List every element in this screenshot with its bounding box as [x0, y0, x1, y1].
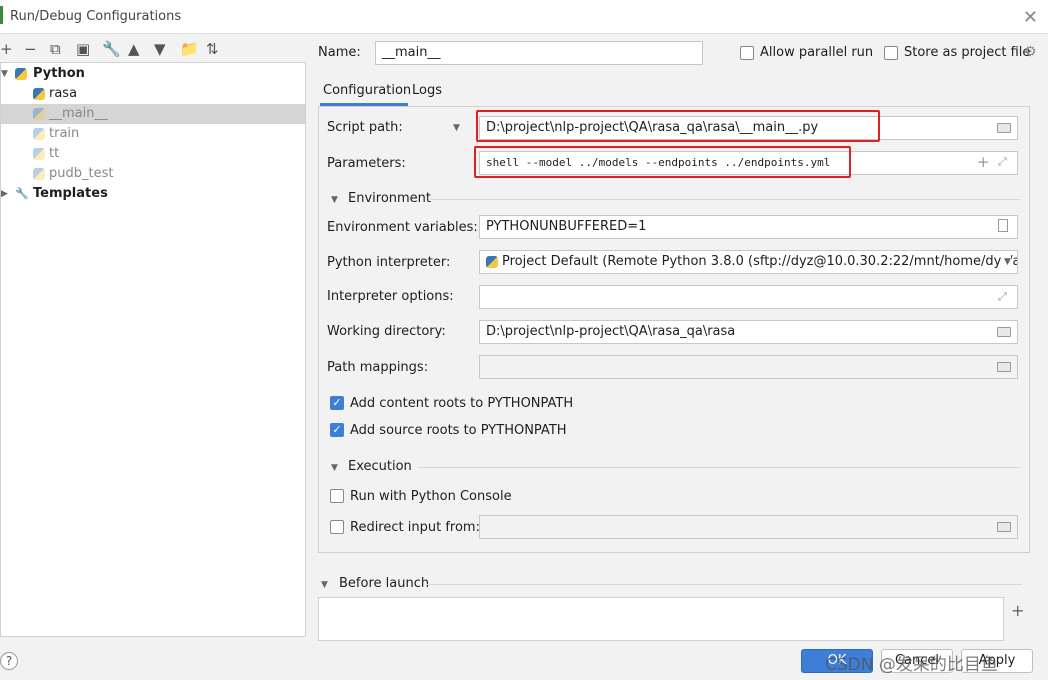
path-mappings-label: Path mappings:	[327, 360, 429, 375]
interp-options-label: Interpreter options:	[327, 289, 454, 304]
python-icon	[33, 148, 45, 160]
config-tree: ▼ Python rasa __main__train tt pudb_test ▶ 🔧 Tem…	[0, 62, 306, 637]
script-path-label: Script path:	[327, 120, 403, 135]
tree-item-label: Templates	[33, 186, 108, 201]
redirect-input-field[interactable]	[479, 515, 1018, 539]
python-console-label: Run with Python Console	[350, 489, 512, 504]
tree-item[interactable]: rasa	[1, 84, 305, 104]
new-folder-button[interactable]: 📁	[180, 40, 199, 58]
move-down-button[interactable]: ▼	[154, 40, 166, 58]
divider	[425, 584, 1022, 585]
python-icon	[15, 68, 27, 80]
tree-item-label: train	[49, 126, 80, 141]
folder-icon[interactable]	[997, 123, 1011, 133]
python-icon	[33, 128, 45, 140]
document-icon[interactable]	[998, 219, 1008, 232]
execution-section-title: Execution	[348, 459, 412, 474]
name-label: Name:	[318, 45, 361, 60]
python-icon	[486, 256, 498, 268]
before-launch-title: Before launch	[339, 576, 430, 591]
redirect-input-checkbox[interactable]	[330, 520, 344, 534]
title-bar: Run/Debug Configurations ✕	[0, 0, 1048, 34]
interpreter-label: Python interpreter:	[327, 255, 451, 270]
python-console-checkbox[interactable]	[330, 489, 344, 503]
chevron-down-icon[interactable]: ▼	[1001, 257, 1011, 267]
content-roots-checkbox[interactable]: ✓	[330, 396, 344, 410]
edit-templates-button[interactable]: 🔧	[102, 40, 121, 58]
interpreter-select[interactable]: Project Default (Remote Python 3.8.0 (sf…	[479, 250, 1018, 274]
source-roots-checkbox[interactable]: ✓	[330, 423, 344, 437]
allow-parallel-checkbox[interactable]	[740, 46, 754, 60]
env-vars-label: Environment variables:	[327, 220, 478, 235]
expand-icon[interactable]: ⤢	[998, 155, 1007, 169]
path-mappings-input[interactable]	[479, 355, 1018, 379]
add-icon[interactable]: +	[977, 153, 990, 171]
tab-logs[interactable]: Logs	[412, 83, 442, 98]
divider	[430, 199, 1020, 200]
parameters-label: Parameters:	[327, 156, 406, 171]
script-type-dropdown-icon[interactable]: ▼	[453, 123, 460, 133]
window-title: Run/Debug Configurations	[10, 9, 182, 24]
tree-group[interactable]: ▼ Python	[1, 64, 305, 84]
source-roots-label: Add source roots to PYTHONPATH	[350, 423, 567, 438]
allow-parallel-label: Allow parallel run	[760, 45, 874, 60]
tree-item-label: pudb_test	[49, 166, 114, 181]
python-icon	[33, 108, 45, 120]
python-icon	[33, 88, 45, 100]
copy-config-button[interactable]: ⧉	[50, 40, 61, 58]
expand-toggle-icon[interactable]: ▶	[1, 184, 8, 204]
folder-icon[interactable]	[997, 522, 1011, 532]
collapse-icon[interactable]: ▼	[331, 195, 338, 205]
add-config-button[interactable]: +	[0, 40, 13, 58]
tree-item[interactable]: train	[1, 124, 305, 144]
environment-section-title: Environment	[348, 191, 432, 206]
expand-toggle-icon[interactable]: ▼	[1, 64, 8, 84]
add-icon[interactable]: +	[1011, 601, 1024, 620]
help-icon[interactable]: ?	[0, 652, 18, 670]
sort-button[interactable]: ⇅	[206, 40, 219, 58]
wrench-icon: 🔧	[15, 187, 29, 200]
before-launch-list[interactable]	[318, 597, 1004, 641]
highlight-box	[474, 146, 851, 178]
close-icon[interactable]: ✕	[1023, 7, 1038, 28]
expand-icon[interactable]: ⤢	[998, 290, 1007, 304]
tree-item[interactable]: pudb_test	[1, 164, 305, 184]
highlight-box	[476, 110, 880, 142]
save-config-button[interactable]: ▣	[76, 40, 90, 58]
tree-item-label: rasa	[49, 86, 78, 101]
collapse-icon[interactable]: ▼	[321, 580, 328, 590]
folder-icon[interactable]	[997, 362, 1011, 372]
tree-item[interactable]: __main__	[1, 104, 305, 124]
content-roots-label: Add content roots to PYTHONPATH	[350, 396, 574, 411]
tree-item-label: __main__	[49, 106, 108, 121]
working-dir-input[interactable]: D:\project\nlp-project\QA\rasa_qa\rasa	[479, 320, 1018, 344]
store-project-checkbox[interactable]	[884, 46, 898, 60]
tree-item[interactable]: tt	[1, 144, 305, 164]
folder-icon[interactable]	[997, 327, 1011, 337]
working-dir-label: Working directory:	[327, 324, 446, 339]
watermark: CSDN @发呆的比目鱼	[825, 655, 998, 675]
tree-group[interactable]: ▶ 🔧 Templates	[1, 184, 305, 204]
tree-item-label: tt	[49, 146, 60, 161]
python-icon	[33, 168, 45, 180]
divider	[418, 467, 1020, 468]
interp-options-input[interactable]	[479, 285, 1018, 309]
move-up-button[interactable]: ▲	[128, 40, 140, 58]
name-input[interactable]: __main__	[375, 41, 703, 65]
tab-configuration[interactable]: Configuration	[323, 83, 411, 98]
gear-icon[interactable]: ⚙	[1024, 44, 1037, 60]
tree-item-label: Python	[33, 66, 85, 81]
store-project-label: Store as project file	[904, 45, 1031, 60]
collapse-icon[interactable]: ▼	[331, 463, 338, 473]
remove-config-button[interactable]: −	[24, 40, 37, 58]
redirect-input-label: Redirect input from:	[350, 520, 480, 535]
app-accent	[0, 6, 3, 24]
env-vars-input[interactable]: PYTHONUNBUFFERED=1	[479, 215, 1018, 239]
